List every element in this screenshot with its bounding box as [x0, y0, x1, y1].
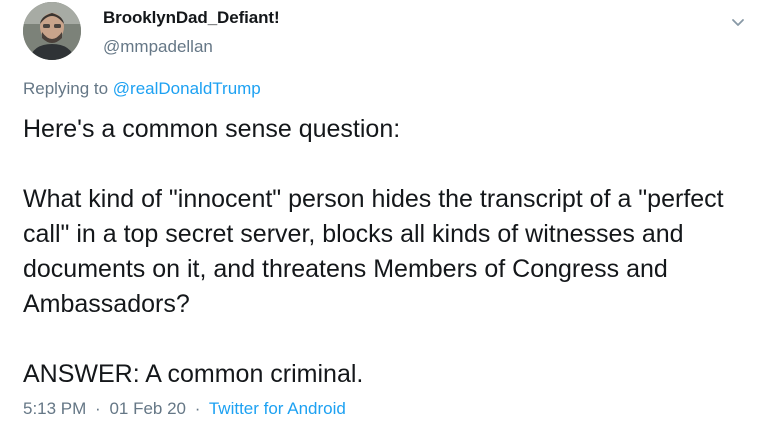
tweet-date[interactable]: 01 Feb 20 [109, 399, 186, 418]
tweet-paragraph: ANSWER: A common criminal. [23, 360, 364, 388]
chevron-down-icon[interactable] [728, 12, 748, 32]
tweet-paragraph: Here's a common sense question: [23, 115, 401, 143]
tweet-paragraph: What kind of "innocent" person hides the… [23, 185, 724, 318]
meta-separator: · [95, 399, 101, 418]
tweet-source-link[interactable]: Twitter for Android [209, 399, 346, 418]
tweet-text: Here's a common sense question: What kin… [23, 112, 743, 392]
author-display-name[interactable]: BrooklynDad_Defiant! [103, 8, 280, 28]
tweet-meta: 5:13 PM · 01 Feb 20 · Twitter for Androi… [23, 399, 346, 419]
reply-mention-link[interactable]: @realDonaldTrump [113, 79, 261, 98]
reply-context: Replying to @realDonaldTrump [23, 79, 261, 99]
reply-prefix: Replying to [23, 79, 109, 98]
meta-separator: · [194, 399, 201, 418]
tweet-time[interactable]: 5:13 PM [23, 399, 86, 418]
tweet: BrooklynDad_Defiant! @mmpadellan Replyin… [0, 0, 762, 428]
user-avatar-image [23, 2, 81, 60]
author-handle[interactable]: @mmpadellan [103, 37, 213, 57]
avatar[interactable] [23, 2, 81, 60]
